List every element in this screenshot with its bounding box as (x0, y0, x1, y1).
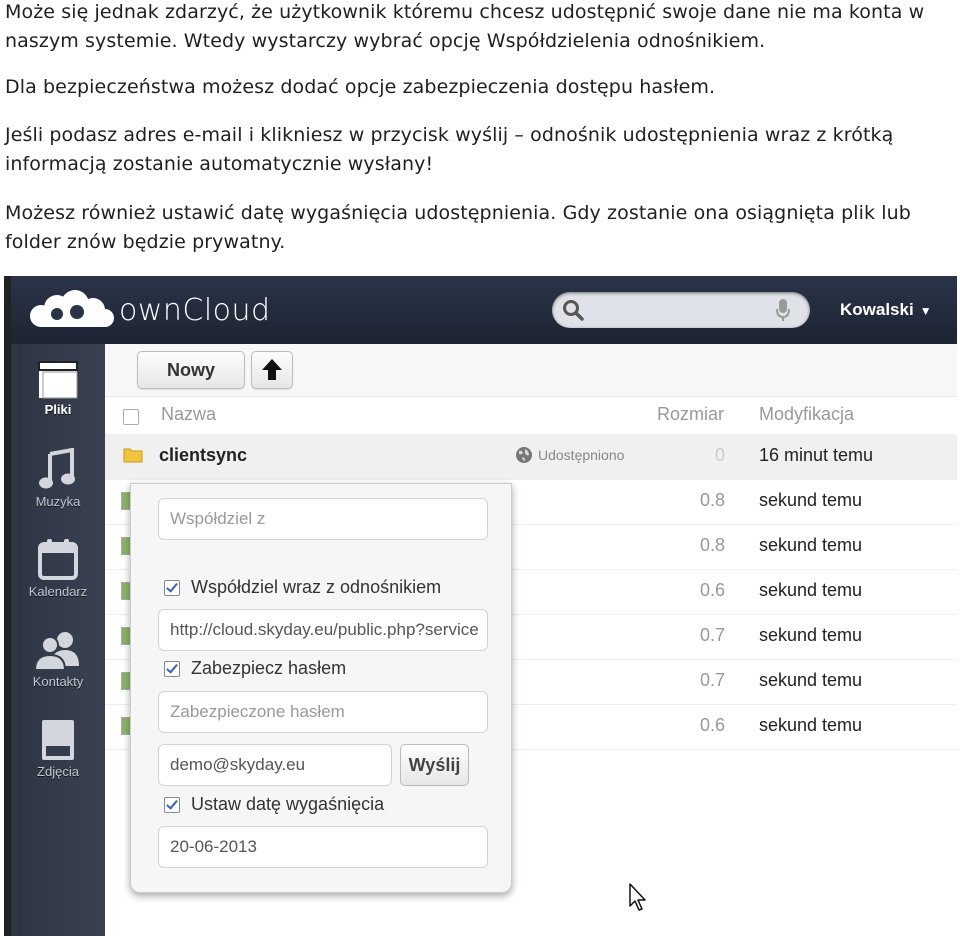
search-icon (563, 300, 584, 321)
folder-icon (38, 361, 78, 399)
share-with-input[interactable]: Współdziel z (158, 498, 488, 540)
expiration-date-field[interactable]: 20-06-2013 (158, 826, 488, 868)
sidebar-item-calendar[interactable]: Kalendarz (11, 538, 105, 599)
sidebar-item-files[interactable]: Pliki (11, 358, 105, 417)
owncloud-logo[interactable]: ownCloud (27, 290, 271, 330)
chevron-down-icon: ▼ (919, 304, 932, 318)
table-header: Nazwa Rozmiar Modyfikacja (105, 396, 957, 435)
send-button[interactable]: Wyślij (400, 744, 469, 786)
password-checkbox-label: Zabezpiecz hasłem (191, 658, 347, 678)
photos-icon (42, 720, 74, 760)
file-size: 0.7 (699, 625, 725, 645)
share-dropdown-panel: Współdziel z Współdziel wraz z odnośniki… (130, 483, 512, 893)
sidebar-item-label: Muzyka (35, 494, 81, 509)
password-checkbox[interactable] (164, 661, 180, 677)
search-input[interactable] (552, 292, 810, 328)
mouse-cursor-icon (629, 883, 646, 911)
file-modified: sekund temu (759, 490, 863, 510)
user-menu[interactable]: Kowalski ▼ (840, 300, 932, 320)
shared-status[interactable]: Udostępniono (515, 446, 624, 464)
password-field[interactable]: Zabezpieczone hasłem (158, 691, 488, 733)
music-icon (39, 448, 75, 489)
paragraph-4: Możesz również ustawić datę wygaśnięcia … (5, 202, 911, 253)
file-modified: 16 minut temu (759, 445, 874, 465)
sidebar-item-music[interactable]: Muzyka (11, 448, 105, 509)
file-size: 0.6 (699, 715, 725, 735)
file-size: 0.8 (699, 490, 725, 510)
header-name[interactable]: Nazwa (161, 404, 216, 425)
file-modified: sekund temu (759, 580, 863, 600)
user-name: Kowalski (840, 300, 914, 319)
sidebar-item-label: Kontakty (32, 674, 84, 689)
header-size[interactable]: Rozmiar (657, 404, 724, 425)
header-modified[interactable]: Modyfikacja (759, 404, 854, 425)
paragraph-3: Jeśli podasz adres e-mail i klikniesz w … (5, 124, 894, 175)
file-modified: sekund temu (759, 625, 863, 645)
sidebar-item-label: Kalendarz (28, 584, 88, 599)
file-modified: sekund temu (759, 535, 863, 555)
share-dropdown: Współdziel z Współdziel wraz z odnośniki… (130, 483, 512, 893)
file-size: 0.6 (699, 580, 725, 600)
folder-icon (123, 448, 143, 463)
paragraph-1: Może się jednak zdarzyć, że użytkownik k… (5, 1, 925, 52)
new-button[interactable]: Nowy (137, 351, 245, 389)
globe-icon (516, 447, 532, 463)
share-link-label: Współdziel wraz z odnośnikiem (191, 577, 442, 597)
logo-text: ownCloud (119, 292, 271, 328)
sidebar: Pliki Muzyka Kalendarz Kontakty Zdjęcia (11, 344, 105, 936)
microphone-icon[interactable] (776, 298, 790, 322)
sidebar-item-label: Pliki (44, 402, 72, 417)
top-bar: ownCloud Kowalski ▼ (11, 276, 957, 344)
file-size: 0.8 (699, 535, 725, 555)
expiration-checkbox[interactable] (164, 797, 180, 813)
sidebar-item-label: Zdjęcia (37, 764, 79, 779)
email-field[interactable]: demo@skyday.eu (158, 744, 392, 786)
file-modified: sekund temu (759, 715, 863, 735)
sidebar-item-contacts[interactable]: Kontakty (11, 628, 105, 689)
file-size: 0.7 (699, 670, 725, 690)
contacts-icon (33, 632, 79, 671)
file-name[interactable]: clientsync (159, 445, 247, 466)
shared-label: Udostępniono (538, 447, 625, 463)
calendar-icon (38, 539, 78, 580)
cloud-logo-icon (30, 290, 114, 327)
select-all-checkbox[interactable] (123, 409, 139, 425)
sidebar-item-photos[interactable]: Zdjęcia (11, 718, 105, 779)
file-size: 0 (714, 445, 725, 465)
share-link-url-field[interactable]: http://cloud.skyday.eu/public.php?servic… (158, 609, 488, 651)
expiration-checkbox-label: Ustaw datę wygaśnięcia (191, 794, 385, 814)
paragraph-2: Dla bezpieczeństwa możesz dodać opcje za… (5, 76, 716, 98)
share-link-checkbox[interactable] (164, 580, 180, 596)
table-row[interactable]: clientsync Udostępniono 0 16 minut temu (105, 434, 957, 480)
controls-bar: Nowy (105, 344, 957, 397)
upload-button[interactable] (251, 351, 293, 389)
upload-arrow-icon (262, 359, 282, 380)
file-modified: sekund temu (759, 670, 863, 690)
